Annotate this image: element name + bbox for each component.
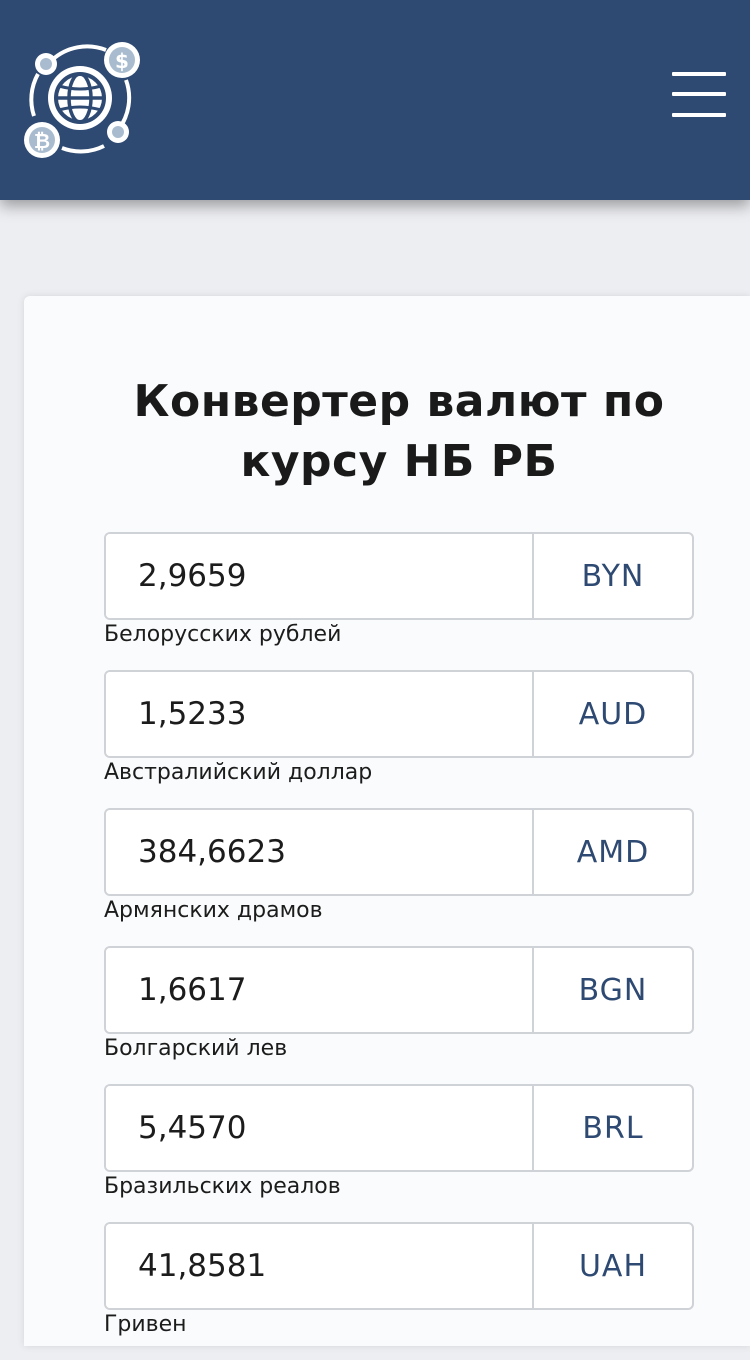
currency-field: BGN — [104, 946, 694, 1034]
amount-input-byn[interactable] — [106, 534, 534, 618]
globe-currency-exchange-icon[interactable]: $ ₿ — [22, 38, 144, 162]
currency-row-byn: BYN Белорусских рублей — [104, 532, 694, 670]
currency-row-bgn: BGN Болгарский лев — [104, 946, 694, 1084]
currency-code-uah[interactable]: UAH — [534, 1224, 692, 1308]
currency-name-brl: Бразильских реалов — [104, 1174, 341, 1199]
currency-name-amd: Армянских драмов — [104, 898, 323, 923]
currency-code-byn[interactable]: BYN — [534, 534, 692, 618]
menu-line — [672, 113, 726, 117]
currency-field: UAH — [104, 1222, 694, 1310]
currency-code-bgn[interactable]: BGN — [534, 948, 692, 1032]
currency-name-byn: Белорусских рублей — [104, 622, 342, 647]
currency-field: BRL — [104, 1084, 694, 1172]
amount-input-brl[interactable] — [106, 1086, 534, 1170]
currency-field: AUD — [104, 670, 694, 758]
currency-field: BYN — [104, 532, 694, 620]
amount-input-amd[interactable] — [106, 810, 534, 894]
amount-input-aud[interactable] — [106, 672, 534, 756]
svg-text:₿: ₿ — [34, 129, 50, 153]
currency-code-brl[interactable]: BRL — [534, 1086, 692, 1170]
currency-code-aud[interactable]: AUD — [534, 672, 692, 756]
currency-code-amd[interactable]: AMD — [534, 810, 692, 894]
currency-row-aud: AUD Австралийский доллар — [104, 670, 694, 808]
currency-name-aud: Австралийский доллар — [104, 760, 373, 785]
currency-name-uah: Гривен — [104, 1312, 187, 1337]
hamburger-menu-icon[interactable] — [672, 70, 726, 120]
currency-row-brl: BRL Бразильских реалов — [104, 1084, 694, 1222]
svg-text:$: $ — [115, 49, 129, 73]
currency-name-bgn: Болгарский лев — [104, 1036, 288, 1061]
app-header: $ ₿ — [0, 0, 750, 200]
currency-row-amd: AMD Армянских драмов — [104, 808, 694, 946]
amount-input-uah[interactable] — [106, 1224, 534, 1308]
currency-list: BYN Белорусских рублей AUD Австралийский… — [104, 532, 694, 1360]
menu-line — [672, 72, 726, 76]
converter-card: Конвертер валют по курсу НБ РБ BYN Белор… — [24, 296, 750, 1346]
currency-field: AMD — [104, 808, 694, 896]
currency-row-uah: UAH Гривен — [104, 1222, 694, 1360]
menu-line — [672, 92, 726, 96]
page-title: Конвертер валют по курсу НБ РБ — [133, 376, 665, 487]
amount-input-bgn[interactable] — [106, 948, 534, 1032]
